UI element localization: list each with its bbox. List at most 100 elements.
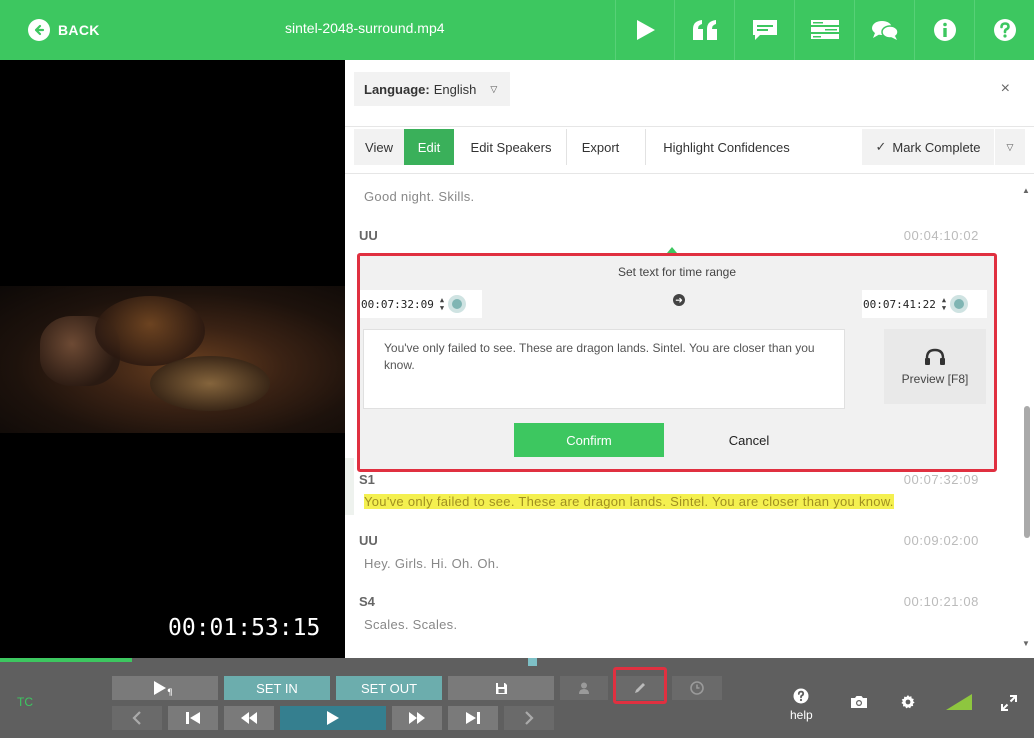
end-time-stepper[interactable]: ▲ ▼ <box>942 296 946 312</box>
mark-complete-button[interactable]: ✓ Mark Complete <box>862 129 994 165</box>
help-icon <box>993 19 1016 41</box>
segment-speaker[interactable]: S1 <box>359 472 375 487</box>
play-paragraph-icon: ¶ <box>154 681 173 696</box>
back-label: BACK <box>58 22 100 38</box>
list-button[interactable] <box>794 0 854 60</box>
info-button[interactable] <box>914 0 974 60</box>
video-timecode: 00:01:53:15 <box>168 615 321 641</box>
play-segment-button[interactable]: ¶ <box>112 676 218 700</box>
preview-label: Preview [F8] <box>901 371 969 386</box>
tab-highlight-confidences[interactable]: Highlight Confidences <box>645 129 807 165</box>
confirm-button[interactable]: Confirm <box>514 423 664 457</box>
segment-speaker[interactable]: UU <box>359 228 378 243</box>
segment-speaker[interactable]: UU <box>359 533 378 548</box>
mode-tabs: View Edit Edit Speakers Export Highlight… <box>345 126 1034 174</box>
language-label: Language: <box>364 81 430 97</box>
set-end-icon[interactable] <box>950 295 969 313</box>
edit-button-highlight <box>613 667 667 704</box>
transcript-list[interactable]: Good night. Skills. UU 00:04:10:02 S1 00… <box>345 175 1019 658</box>
segment-text[interactable]: Good night. Skills. <box>364 189 474 204</box>
help-label: help <box>790 708 813 722</box>
previous-button[interactable] <box>112 706 162 730</box>
skip-start-button[interactable] <box>168 706 218 730</box>
chat-button[interactable] <box>854 0 914 60</box>
help-button[interactable] <box>974 0 1034 60</box>
quote-button[interactable] <box>674 0 734 60</box>
start-time-stepper[interactable]: ▲ ▼ <box>440 296 444 312</box>
end-time-value: 00:07:41:22 <box>863 297 936 311</box>
mark-complete-label: Mark Complete <box>892 139 981 155</box>
tc-label[interactable]: TC <box>17 695 33 709</box>
scroll-up-icon[interactable]: ▲ <box>1022 186 1030 195</box>
clock-icon <box>690 681 704 695</box>
play-pause-button[interactable] <box>280 706 386 730</box>
segment-text[interactable]: Scales. Scales. <box>364 617 457 632</box>
camera-icon <box>851 696 867 708</box>
tab-edit[interactable]: Edit <box>404 129 454 165</box>
video-player[interactable]: 00:01:53:15 <box>0 60 345 658</box>
settings-button[interactable] <box>900 694 916 710</box>
back-button[interactable]: BACK <box>28 18 100 42</box>
headphones-icon <box>925 348 945 365</box>
set-start-icon[interactable] <box>448 295 467 313</box>
caption-icon <box>752 20 777 40</box>
mark-complete-dropdown[interactable]: ▽ <box>995 129 1025 165</box>
tab-edit-speakers[interactable]: Edit Speakers <box>458 129 564 165</box>
cancel-button[interactable]: Cancel <box>674 423 824 457</box>
segment-time: 00:07:32:09 <box>903 472 979 487</box>
arrow-right-icon: ➜ <box>673 294 685 306</box>
gear-icon <box>901 695 915 709</box>
dialog-title: Set text for time range <box>617 265 737 279</box>
timestamp-button[interactable] <box>672 676 722 700</box>
end-time-input[interactable]: 00:07:41:22 ▲ ▼ <box>862 290 987 318</box>
top-bar: BACK sintel-2048-surround.mp4 <box>0 0 1034 60</box>
help-icon <box>793 688 809 704</box>
fast-forward-icon <box>409 712 425 724</box>
language-selector[interactable]: Language: English ▽ <box>354 72 510 106</box>
start-time-input[interactable]: 00:07:32:09 ▲ ▼ <box>360 290 482 318</box>
scroll-thumb[interactable] <box>1024 406 1030 538</box>
tab-view[interactable]: View <box>354 129 404 165</box>
speaker-button[interactable] <box>560 676 608 700</box>
save-button[interactable] <box>448 676 554 700</box>
volume-icon <box>946 694 972 710</box>
rewind-button[interactable] <box>224 706 274 730</box>
help-control[interactable]: help <box>790 688 813 722</box>
info-icon <box>933 19 956 41</box>
screenshot-button[interactable] <box>850 695 868 709</box>
segment-speaker[interactable]: S4 <box>359 594 375 609</box>
segment-text-input[interactable]: You've only failed to see. These are dra… <box>363 329 845 409</box>
expand-icon <box>1001 695 1017 711</box>
segment-text[interactable]: Hey. Girls. Hi. Oh. Oh. <box>364 556 499 571</box>
transcript-scrollbar[interactable]: ▲ ▼ <box>1019 182 1034 648</box>
volume-slider[interactable] <box>946 694 974 710</box>
close-icon[interactable]: × <box>1001 80 1010 98</box>
progress-bar[interactable] <box>0 658 132 662</box>
caption-button[interactable] <box>734 0 794 60</box>
set-in-button[interactable]: SET IN <box>224 676 330 700</box>
chevron-down-icon: ▽ <box>1006 141 1014 152</box>
list-icon <box>810 20 839 39</box>
set-text-dialog: Set text for time range 00:07:32:09 ▲ ▼ ➜… <box>357 253 997 472</box>
skip-back-icon <box>186 712 200 724</box>
player-controls: TC ¶ SET IN SET OUT help <box>0 658 1034 738</box>
play-button[interactable] <box>615 0 674 60</box>
transcript-panel: Language: English ▽ × View Edit Edit Spe… <box>345 60 1034 658</box>
skip-end-button[interactable] <box>448 706 498 730</box>
fullscreen-button[interactable] <box>1001 695 1017 711</box>
fast-forward-button[interactable] <box>392 706 442 730</box>
set-out-button[interactable]: SET OUT <box>336 676 442 700</box>
scroll-down-icon[interactable]: ▼ <box>1022 639 1030 648</box>
chevron-right-icon <box>525 711 534 725</box>
video-frame <box>0 286 345 433</box>
tab-export[interactable]: Export <box>566 129 634 165</box>
segment-text-highlighted[interactable]: You've only failed to see. These are dra… <box>364 494 894 509</box>
playhead-marker[interactable] <box>528 658 537 666</box>
check-icon: ✓ <box>875 139 887 154</box>
chevron-left-icon <box>132 711 141 725</box>
next-button[interactable] <box>504 706 554 730</box>
chevron-down-icon: ▽ <box>490 83 498 94</box>
svg-text:¶: ¶ <box>167 688 173 696</box>
preview-button[interactable]: Preview [F8] <box>884 329 986 404</box>
file-title: sintel-2048-surround.mp4 <box>285 20 445 36</box>
